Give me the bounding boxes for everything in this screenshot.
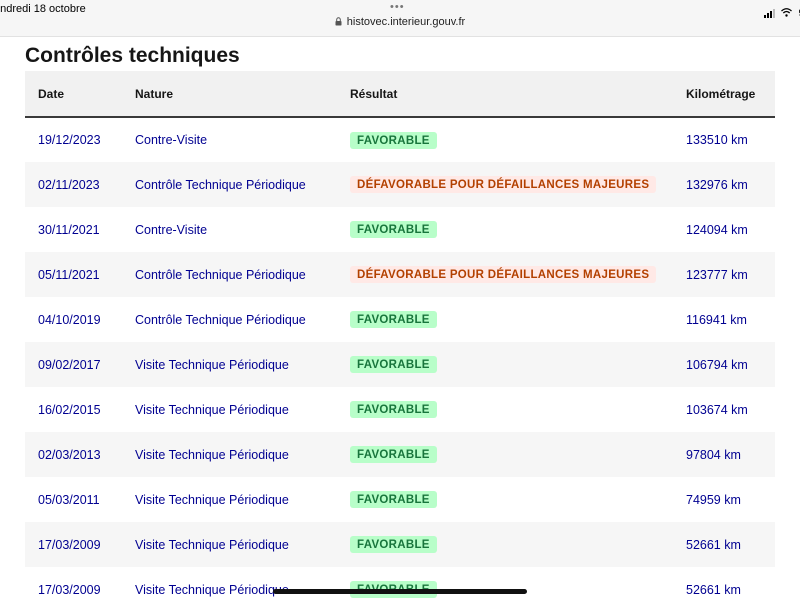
- cell-result: FAVORABLE: [350, 342, 686, 387]
- column-header-mileage: Kilométrage: [686, 71, 775, 118]
- cell-mileage: 116941 km: [686, 312, 747, 327]
- result-badge: FAVORABLE: [350, 131, 437, 149]
- table-row: 02/11/2023 Contrôle Technique Périodique D…: [25, 162, 775, 207]
- table-row: 04/10/2019 Contrôle Technique Périodique F…: [25, 297, 775, 342]
- cell-nature: Visite Technique Périodique: [135, 357, 289, 372]
- cell-mileage: 97804 km: [686, 447, 741, 462]
- cell-date: 02/03/2013: [38, 447, 101, 462]
- cell-date: 09/02/2017: [38, 357, 101, 372]
- table-row: 05/03/2011 Visite Technique Périodique FAV…: [25, 477, 775, 522]
- column-header-date: Date: [25, 71, 135, 118]
- cell-date: 05/03/2011: [38, 492, 100, 507]
- cell-date: 30/11/2021: [38, 222, 100, 237]
- more-dots-icon[interactable]: •••: [390, 1, 405, 13]
- cell-nature: Visite Technique Périodique: [135, 537, 289, 552]
- cell-mileage: 133510 km: [686, 133, 748, 147]
- table-row: 02/03/2013 Visite Technique Périodique FAV…: [25, 432, 775, 477]
- cell-date: 19/12/2023: [38, 133, 101, 147]
- result-badge: FAVORABLE: [350, 491, 437, 508]
- table-header: Date Nature Résultat Kilométrage: [25, 71, 775, 118]
- cell-nature: Visite Technique Périodique: [135, 447, 289, 462]
- cell-mileage: 52661 km: [686, 537, 741, 552]
- result-badge: DÉFAVORABLE POUR DÉFAILLANCES MAJEURES: [350, 176, 657, 193]
- status-indicators: 9: [764, 4, 800, 22]
- cell-mileage: 123777 km: [686, 267, 748, 282]
- cell-result: DÉFAVORABLE POUR DÉFAILLANCES MAJEURES: [350, 162, 686, 207]
- cell-date: 17/03/2009: [38, 537, 101, 552]
- result-badge: FAVORABLE: [350, 221, 437, 238]
- url-text: histovec.interieur.gouv.fr: [346, 16, 466, 28]
- result-badge: FAVORABLE: [350, 401, 437, 418]
- cell-date: 16/02/2015: [38, 402, 101, 417]
- page-title: Contrôles techniques: [25, 44, 240, 67]
- cell-result: FAVORABLE: [350, 522, 686, 567]
- cell-nature: Contre-Visite: [135, 133, 208, 147]
- home-indicator[interactable]: [273, 589, 527, 594]
- cell-nature: Visite Technique Périodique: [135, 492, 289, 507]
- signal-icon: [764, 8, 776, 18]
- cell-nature: Contrôle Technique Périodique: [135, 312, 306, 327]
- table-body: 19/12/2023 Contre-Visite FAVORABLE 133510 k…: [25, 117, 775, 612]
- cell-result: FAVORABLE: [350, 207, 686, 252]
- table-row: 09/02/2017 Visite Technique Périodique FAV…: [25, 342, 775, 387]
- cell-result: FAVORABLE: [350, 117, 686, 162]
- browser-status-bar: endredi 18 octobre ••• histovec.interieu…: [0, 0, 800, 37]
- cell-mileage: 124094 km: [686, 222, 748, 237]
- result-badge: FAVORABLE: [350, 446, 437, 463]
- cell-date: 17/03/2009: [38, 582, 101, 597]
- wifi-icon: [781, 4, 793, 22]
- table-row: 19/12/2023 Contre-Visite FAVORABLE 133510 k…: [25, 117, 775, 162]
- column-header-nature: Nature: [135, 71, 350, 118]
- controles-table-container: Date Nature Résultat Kilométrage 19/12/2…: [25, 71, 775, 612]
- cell-nature: Contrôle Technique Périodique: [135, 267, 306, 282]
- result-badge: FAVORABLE: [350, 356, 437, 373]
- cell-result: FAVORABLE: [350, 432, 686, 477]
- cell-result: FAVORABLE: [350, 387, 686, 432]
- table-row: 30/11/2021 Contre-Visite FAVORABLE 124094 k…: [25, 207, 775, 252]
- cell-mileage: 106794 km: [686, 357, 748, 372]
- address-bar[interactable]: histovec.interieur.gouv.fr: [0, 16, 800, 29]
- result-badge: DÉFAVORABLE POUR DÉFAILLANCES MAJEURES: [350, 266, 657, 283]
- cell-result: FAVORABLE: [350, 297, 686, 342]
- cell-date: 02/11/2023: [38, 177, 100, 192]
- cell-mileage: 52661 km: [686, 582, 741, 597]
- cell-nature: Contre-Visite: [135, 222, 208, 237]
- table-row: 17/03/2009 Visite Technique Périodique FAV…: [25, 522, 775, 567]
- cell-date: 04/10/2019: [38, 312, 101, 327]
- status-date: endredi 18 octobre: [0, 3, 86, 15]
- table-row: 16/02/2015 Visite Technique Périodique FAV…: [25, 387, 775, 432]
- cell-mileage: 103674 km: [686, 402, 748, 417]
- cell-mileage: 132976 km: [686, 177, 748, 192]
- cell-result: FAVORABLE: [350, 477, 686, 522]
- cell-date: 05/11/2021: [38, 267, 100, 282]
- table-row: 05/11/2021 Contrôle Technique Périodique D…: [25, 252, 775, 297]
- result-badge: FAVORABLE: [350, 536, 437, 553]
- result-badge: FAVORABLE: [350, 311, 437, 328]
- lock-icon: [335, 17, 342, 29]
- controles-table: Date Nature Résultat Kilométrage 19/12/2…: [25, 71, 775, 612]
- cell-nature: Visite Technique Périodique: [135, 402, 289, 417]
- cell-mileage: 74959 km: [686, 492, 741, 507]
- cell-result: DÉFAVORABLE POUR DÉFAILLANCES MAJEURES: [350, 252, 686, 297]
- table-header-row: Date Nature Résultat Kilométrage: [25, 71, 775, 118]
- cell-nature: Contrôle Technique Périodique: [135, 177, 306, 192]
- column-header-result: Résultat: [350, 71, 686, 118]
